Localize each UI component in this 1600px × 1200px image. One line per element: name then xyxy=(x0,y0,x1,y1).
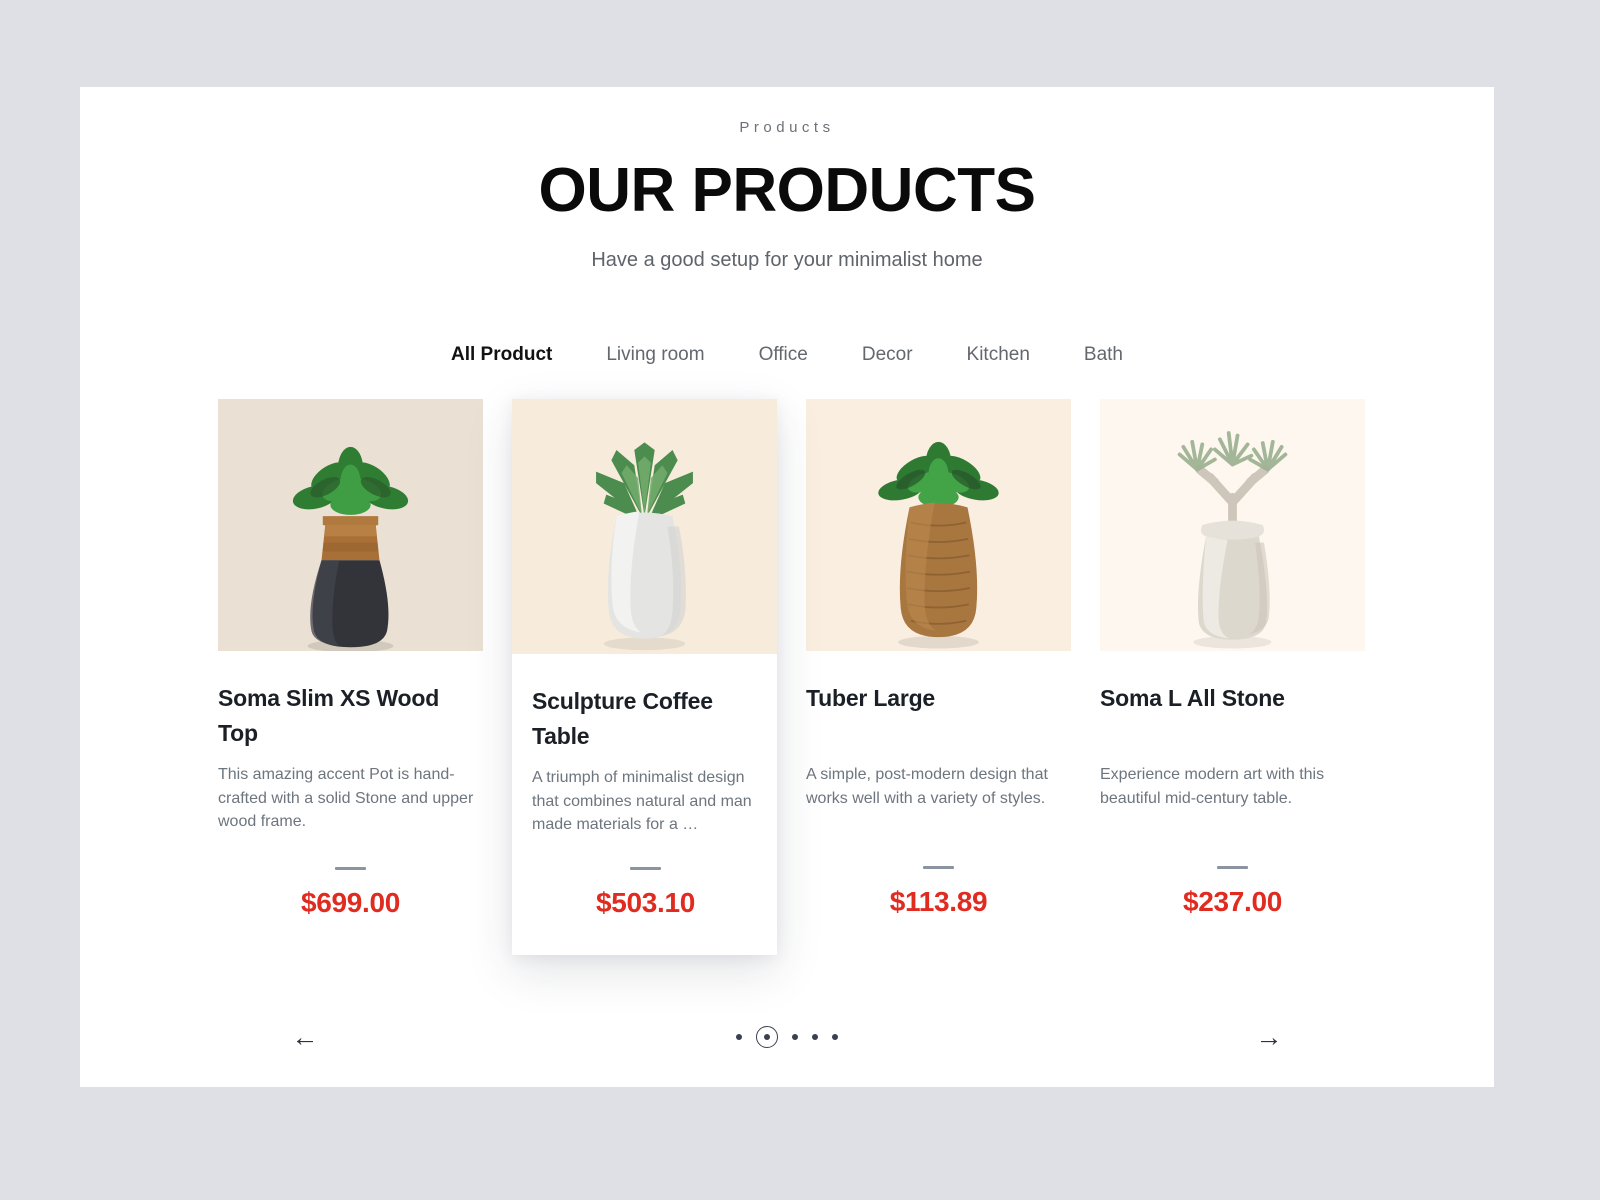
product-card-body: Soma L All Stone Experience modern art wi… xyxy=(1100,651,1365,918)
product-card-body: Sculpture Coffee Table A triumph of minim… xyxy=(512,654,777,918)
carousel-dot[interactable] xyxy=(812,1034,818,1040)
category-filter-tabs: All Product Living room Office Decor Kitchen… xyxy=(80,344,1494,366)
carousel-controls: ← → xyxy=(80,1017,1494,1057)
product-description: A simple, post-modern design that works … xyxy=(806,766,1048,807)
carousel-dot-marker xyxy=(832,1034,838,1040)
product-price: $237.00 xyxy=(1182,886,1283,918)
product-description: A triumph of minimalist design that comb… xyxy=(532,769,752,834)
page-title: OUR PRODUCTS xyxy=(538,156,1036,225)
product-card-body: Soma Slim XS Wood Top This amazing accent… xyxy=(218,651,483,918)
carousel-dot-marker xyxy=(792,1034,798,1040)
price-divider xyxy=(630,866,661,870)
price-divider xyxy=(923,866,954,870)
section-eyebrow: Products xyxy=(739,119,835,136)
product-card[interactable]: Soma L All Stone Experience modern art wi… xyxy=(1100,399,1365,929)
tab-decor[interactable]: Decor xyxy=(862,344,913,366)
price-divider xyxy=(1217,866,1248,870)
page-subtitle: Have a good setup for your minimalist ho… xyxy=(591,249,983,272)
carousel-dot-marker xyxy=(736,1034,742,1040)
product-name: Tuber Large xyxy=(806,685,936,712)
product-card[interactable]: Sculpture Coffee Table A triumph of minim… xyxy=(512,399,777,955)
dark-charcoal-pot-with-wood-collar-and-leafy-plant xyxy=(218,399,483,652)
carousel-prev-arrow-icon[interactable]: ← xyxy=(285,1017,325,1057)
carousel-dot-marker xyxy=(812,1034,818,1040)
tab-bath[interactable]: Bath xyxy=(1084,344,1123,366)
carousel-dot[interactable] xyxy=(792,1034,798,1040)
tab-living-room[interactable]: Living room xyxy=(606,344,704,366)
wooden-slatted-tapered-pot-with-leafy-plant xyxy=(806,399,1071,652)
carousel-dot-active[interactable] xyxy=(756,1026,778,1048)
product-description: This amazing accent Pot is hand-crafted … xyxy=(218,766,474,831)
product-card[interactable]: Tuber Large A simple, post-modern design … xyxy=(806,399,1071,929)
pale-stone-vase-with-branching-succulent-tree xyxy=(1100,399,1365,652)
product-price: $699.00 xyxy=(300,886,401,918)
tab-kitchen[interactable]: Kitchen xyxy=(967,344,1030,366)
carousel-next-arrow-icon[interactable]: → xyxy=(1249,1017,1289,1057)
carousel-dot-marker xyxy=(764,1034,770,1040)
tab-office[interactable]: Office xyxy=(759,344,808,366)
tab-all-product[interactable]: All Product xyxy=(451,344,552,366)
price-divider xyxy=(335,866,366,870)
products-panel: Products OUR PRODUCTS Have a good setup … xyxy=(80,87,1494,1087)
carousel-dots xyxy=(736,1026,838,1048)
product-card-body: Tuber Large A simple, post-modern design … xyxy=(806,651,1071,918)
product-description: Experience modern art with this beautifu… xyxy=(1100,766,1325,807)
carousel-dot[interactable] xyxy=(736,1034,742,1040)
carousel-dot[interactable] xyxy=(832,1034,838,1040)
white-tapered-vase-with-agave-succulent xyxy=(512,399,777,655)
product-price: $503.10 xyxy=(595,886,696,918)
product-name: Soma Slim XS Wood Top xyxy=(218,685,440,747)
product-card[interactable]: Soma Slim XS Wood Top This amazing accent… xyxy=(218,399,483,929)
product-name: Sculpture Coffee Table xyxy=(532,688,713,750)
product-carousel: Soma Slim XS Wood Top This amazing accent… xyxy=(80,399,1494,964)
product-name: Soma L All Stone xyxy=(1100,685,1285,712)
product-price: $113.89 xyxy=(889,886,988,918)
